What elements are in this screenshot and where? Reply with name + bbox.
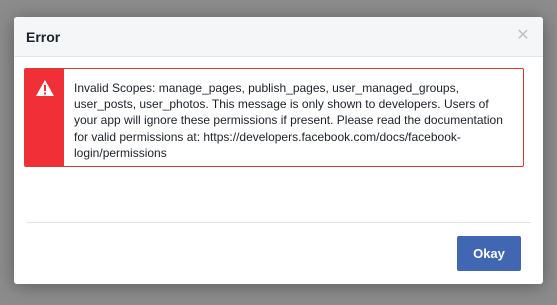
error-dialog: Error ✕ Invalid Scopes: manage_pages, pu…	[14, 17, 543, 284]
error-message-text: Invalid Scopes: manage_pages, publish_pa…	[74, 81, 503, 160]
dialog-header: Error ✕	[14, 17, 543, 57]
error-stripe	[25, 69, 64, 166]
dialog-title: Error	[26, 29, 61, 45]
close-icon[interactable]: ✕	[515, 28, 531, 44]
okay-button[interactable]: Okay	[457, 236, 521, 271]
warning-icon	[36, 80, 54, 96]
divider	[26, 222, 531, 223]
error-message-box: Invalid Scopes: manage_pages, publish_pa…	[24, 68, 524, 167]
